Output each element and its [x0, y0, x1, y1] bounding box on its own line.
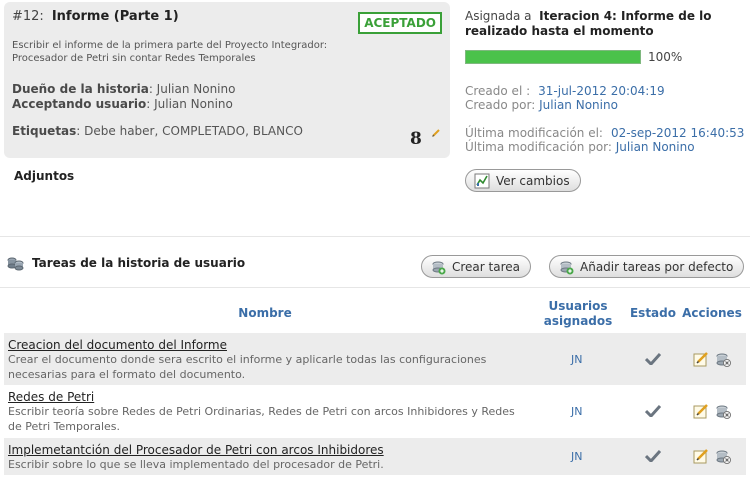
check-icon	[645, 405, 661, 417]
delete-icon[interactable]	[715, 351, 731, 367]
table-row: Redes de Petri Escribir teoría sobre Red…	[4, 385, 746, 437]
created-by-label: Creado por:	[465, 98, 536, 112]
view-changes-label: Ver cambios	[496, 173, 570, 188]
task-description: Escribir sobre lo que se lleva implement…	[8, 458, 384, 471]
task-name[interactable]: Implemetantción del Procesador de Petri …	[8, 443, 384, 457]
section-divider	[0, 236, 750, 237]
task-description: Escribir teoría sobre Redes de Petri Ord…	[8, 405, 515, 433]
assigned-user[interactable]: JN	[571, 450, 582, 463]
column-header-name[interactable]: Nombre	[230, 306, 300, 321]
edit-points-icon[interactable]	[432, 129, 440, 137]
created-by: Creado por: Julian Nonino	[465, 98, 618, 112]
accepting-field: Acceptando usuario: Julian Nonino	[12, 97, 233, 111]
section-divider	[0, 287, 750, 288]
view-changes-button[interactable]: Ver cambios	[465, 169, 581, 192]
tasks-section-title: Tareas de la historia de usuario	[32, 256, 246, 270]
tags-value: : Debe haber, COMPLETADO, BLANCO	[76, 124, 303, 138]
attachments-heading: Adjuntos	[14, 169, 75, 183]
task-name[interactable]: Redes de Petri	[8, 390, 94, 404]
accepting-value: : Julian Nonino	[146, 97, 233, 111]
created-on: Creado el : 31-jul-2012 20:04:19	[465, 84, 665, 98]
story-description: Escribir el informe de la primera parte …	[12, 40, 328, 64]
check-icon	[645, 450, 661, 462]
task-name[interactable]: Creacion del documento del Informe	[8, 338, 227, 352]
column-header-users[interactable]: Usuarios asignados	[538, 299, 618, 329]
delete-icon[interactable]	[715, 448, 731, 464]
story-points: 8	[410, 129, 422, 149]
story-title-line: #12: Informe (Parte 1)	[12, 9, 179, 24]
edit-icon[interactable]	[693, 403, 709, 419]
table-row: Implemetantción del Procesador de Petri …	[4, 438, 746, 475]
accepting-label: Acceptando usuario	[12, 97, 147, 111]
table-row: Creacion del documento del Informe Crear…	[4, 333, 746, 385]
story-title: Informe (Parte 1)	[51, 9, 179, 24]
add-default-tasks-icon	[560, 261, 574, 274]
column-header-state[interactable]: Estado	[627, 306, 679, 321]
chart-icon	[474, 173, 490, 188]
add-default-tasks-label: Añadir tareas por defecto	[580, 259, 734, 274]
assignment-info: Asignada a Iteracion 4: Informe de lo re…	[465, 9, 740, 39]
modified-on: Última modificación el: 02-sep-2012 16:40…	[465, 126, 744, 140]
tags-field: Etiquetas: Debe haber, COMPLETADO, BLANC…	[12, 124, 303, 138]
progress-fill	[466, 51, 640, 63]
check-icon	[645, 353, 661, 365]
created-on-label: Creado el :	[465, 84, 531, 98]
status-badge: ACEPTADO	[358, 12, 442, 34]
modified-on-value: 02-sep-2012 16:40:53	[610, 126, 745, 140]
edit-icon[interactable]	[693, 448, 709, 464]
add-task-icon	[432, 261, 446, 274]
column-header-actions: Acciones	[682, 306, 742, 320]
tasks-icon	[7, 257, 24, 271]
created-on-value: 31-jul-2012 20:04:19	[538, 84, 665, 98]
assigned-user[interactable]: JN	[571, 405, 582, 418]
modified-by: Última modificación por: Julian Nonino	[465, 140, 695, 154]
owner-label: Dueño de la historia	[12, 82, 149, 96]
delete-icon[interactable]	[715, 403, 731, 419]
edit-icon[interactable]	[693, 351, 709, 367]
create-task-button[interactable]: Crear tarea	[421, 255, 531, 278]
assigned-prefix: Asignada a	[465, 9, 532, 23]
modified-on-label: Última modificación el:	[465, 126, 603, 140]
owner-value: : Julian Nonino	[148, 82, 236, 96]
add-default-tasks-button[interactable]: Añadir tareas por defecto	[549, 255, 745, 278]
story-ref: #12:	[12, 9, 44, 24]
modified-by-label: Última modificación por:	[465, 140, 612, 154]
story-summary: #12: Informe (Parte 1) ACEPTADO Escribir …	[4, 2, 450, 158]
owner-field: Dueño de la historia: Julian Nonino	[12, 82, 235, 96]
assigned-user[interactable]: JN	[571, 353, 582, 366]
progress-percent: 100%	[648, 50, 683, 64]
task-description: Crear el documento donde sera escrito el…	[8, 353, 487, 381]
created-by-value[interactable]: Julian Nonino	[539, 98, 618, 112]
create-task-label: Crear tarea	[452, 259, 520, 274]
modified-by-value[interactable]: Julian Nonino	[616, 140, 695, 154]
progress-bar	[465, 50, 641, 64]
tasks-section-header: Tareas de la historia de usuario	[6, 255, 245, 271]
tags-label: Etiquetas	[12, 124, 77, 138]
